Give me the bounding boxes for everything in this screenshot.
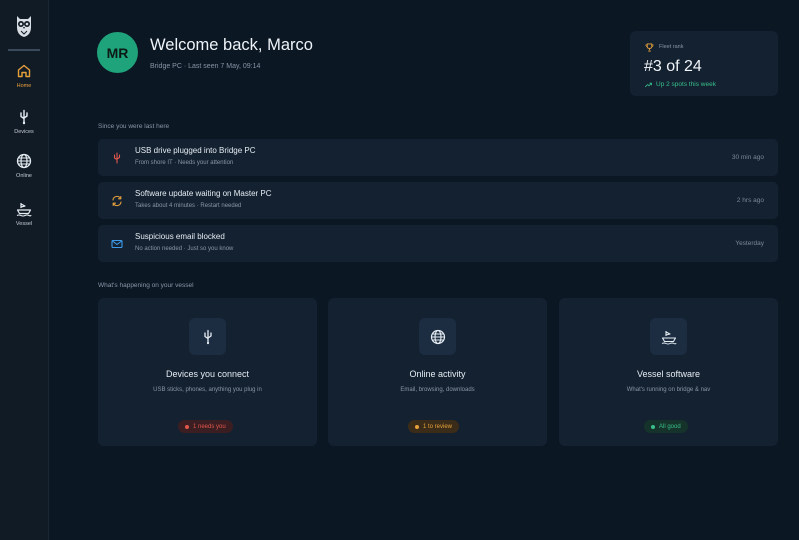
trophy-icon <box>645 43 654 52</box>
card-title: Devices you connect <box>165 369 250 379</box>
sidebar-item-label: Home <box>16 83 32 89</box>
status-dot <box>651 424 655 429</box>
usb-icon <box>113 152 121 164</box>
globe-icon <box>16 153 32 169</box>
card-title: Online activity <box>409 369 466 379</box>
status-badge: 1 needs you <box>178 420 233 433</box>
status-badge-label: All good <box>659 423 681 430</box>
sidebar-divider <box>8 49 40 51</box>
fleet-rank-label: Fleet rank <box>659 44 684 50</box>
recent-section-heading: Since you were last here <box>98 123 170 130</box>
card-subtitle: USB sticks, phones, anything you plug in <box>153 387 262 393</box>
ship-icon <box>661 330 676 344</box>
sidebar: Home Devices Online Vessel <box>0 0 49 540</box>
device-last-seen: Bridge PC · Last seen 7 May, 09:14 <box>150 63 261 70</box>
event-title: Software update waiting on Master PC <box>135 189 272 198</box>
usb-icon <box>20 109 28 125</box>
welcome-heading: Welcome back, Marco <box>150 36 313 54</box>
status-badge-label: 1 to review <box>423 423 453 430</box>
event-row-email[interactable]: Suspicious email blocked No action neede… <box>98 225 778 262</box>
status-badge: 1 to review <box>408 420 460 433</box>
owl-logo-icon <box>14 14 34 38</box>
mail-icon <box>111 239 123 249</box>
card-vessel-software[interactable]: Vessel software What's running on bridge… <box>559 298 778 446</box>
avatar: MR <box>97 32 138 73</box>
globe-icon <box>430 329 445 344</box>
fleet-rank-value: #3 of 24 <box>644 58 702 75</box>
event-subtitle: Takes about 4 minutes · Restart needed <box>135 203 242 209</box>
status-badge: All good <box>644 420 688 433</box>
sidebar-item-label: Online <box>16 173 32 179</box>
sidebar-item-label: Devices <box>14 129 34 135</box>
usb-icon <box>203 329 212 344</box>
card-online[interactable]: Online activity Email, browsing, downloa… <box>328 298 547 446</box>
card-subtitle: Email, browsing, downloads <box>400 387 475 393</box>
card-icon-box <box>650 318 687 355</box>
event-time: 30 min ago <box>731 154 764 161</box>
event-row-update[interactable]: Software update waiting on Master PC Tak… <box>98 182 778 219</box>
vessel-section-heading: What's happening on your vessel <box>98 282 194 289</box>
sidebar-item-home[interactable]: Home <box>0 63 48 103</box>
card-title: Vessel software <box>636 369 701 379</box>
event-subtitle: From shore IT · Needs your attention <box>135 160 234 166</box>
ship-icon <box>16 203 32 217</box>
sidebar-item-vessel[interactable]: Vessel <box>0 201 48 241</box>
sidebar-item-online[interactable]: Online <box>0 153 48 193</box>
status-dot <box>415 424 419 429</box>
card-icon-box <box>419 318 456 355</box>
status-badge-label: 1 needs you <box>193 423 226 430</box>
refresh-icon <box>112 195 122 207</box>
event-title: USB drive plugged into Bridge PC <box>135 146 256 155</box>
sidebar-item-devices[interactable]: Devices <box>0 109 48 149</box>
sidebar-item-label: Vessel <box>15 221 33 227</box>
fleet-rank-delta-text: Up 2 spots this week <box>656 81 716 88</box>
card-devices[interactable]: Devices you connect USB sticks, phones, … <box>98 298 317 446</box>
event-title: Suspicious email blocked <box>135 232 225 241</box>
trend-up-icon <box>645 82 652 88</box>
home-icon <box>17 64 31 78</box>
event-time: 2 hrs ago <box>736 197 764 204</box>
status-dot <box>185 424 189 429</box>
event-time: Yesterday <box>735 240 764 247</box>
card-subtitle: What's running on bridge & nav <box>626 387 711 393</box>
event-row-usb[interactable]: USB drive plugged into Bridge PC From sh… <box>98 139 778 176</box>
fleet-rank-card: Fleet rank #3 of 24 Up 2 spots this week <box>630 31 778 96</box>
event-subtitle: No action needed · Just so you know <box>135 246 234 252</box>
fleet-rank-delta: Up 2 spots this week <box>645 81 716 88</box>
card-icon-box <box>189 318 226 355</box>
